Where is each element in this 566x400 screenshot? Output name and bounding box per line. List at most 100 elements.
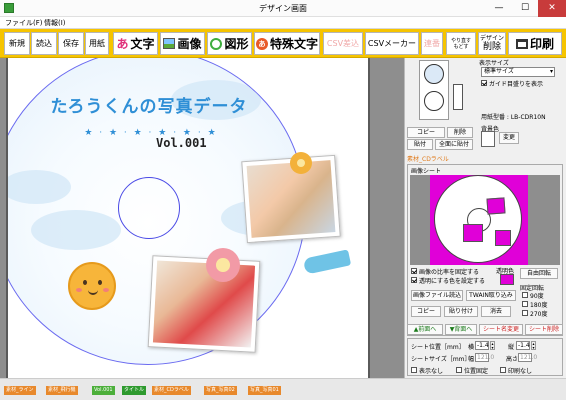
delete-sheet-button[interactable]: シート削除 [525, 324, 563, 335]
airplane-illustration[interactable] [302, 249, 352, 275]
minimize-button[interactable]: — [486, 0, 512, 17]
size-width-input[interactable]: 121.0 [475, 353, 494, 362]
design-delete-button[interactable]: デザイン 削除 [478, 32, 506, 55]
layer-tab[interactable]: Vol.001 [92, 386, 115, 395]
load-image-button[interactable]: 画像ファイル読込 [411, 290, 463, 301]
sheet-copy-button[interactable]: コピー [411, 306, 441, 317]
size-height-input[interactable]: 121.0 [518, 353, 537, 362]
free-rotate-button[interactable]: 自由回転 [520, 268, 558, 279]
fix-ratio-checkbox[interactable] [411, 268, 417, 274]
canvas-divider [368, 58, 370, 378]
open-button[interactable]: 読込 [31, 32, 57, 55]
position-x-spinner[interactable]: ▴ ▾ [490, 341, 495, 350]
photo-02-image [246, 160, 336, 238]
special-char-button[interactable]: あ 特殊文字 [254, 32, 320, 55]
position-x-input[interactable]: -1.4 [475, 341, 489, 350]
sheet-paste-button[interactable]: 貼り付け [444, 306, 478, 317]
image-icon [163, 38, 176, 49]
layer-tab[interactable]: 写真_写真01 [248, 386, 281, 395]
disc-preview-icon [424, 64, 444, 84]
paste-all-button[interactable]: 全面に貼付 [435, 139, 473, 150]
layer-tab[interactable]: 素材_CDラベル [152, 386, 191, 395]
sheet-clear-button[interactable]: 消去 [481, 306, 511, 317]
layer-tab[interactable]: 素材_ライン [4, 386, 36, 395]
special-char-label: 特殊文字 [269, 37, 318, 51]
no-print-checkbox[interactable] [500, 367, 506, 373]
csv-import-button[interactable]: CSV差込 [323, 32, 363, 55]
design-canvas[interactable]: たろうくんの写真データ ★ · ★ · ★ · ★ · ★ · ★ Vol.00… [0, 58, 404, 378]
text-button[interactable]: あ 文字 [113, 32, 158, 55]
flower-icon[interactable] [290, 152, 312, 174]
change-bg-button[interactable]: 変更 [499, 132, 519, 144]
transparent-checkbox[interactable] [411, 277, 417, 283]
display-size-value: 標準サイズ [484, 68, 514, 75]
shape-button-label: 図形 [224, 37, 249, 51]
layer-tab[interactable]: 写真_写真02 [204, 386, 237, 395]
print-button[interactable]: 印刷 [508, 32, 562, 55]
sheet-preview[interactable] [410, 175, 560, 265]
material-label: 素材_CDラベル [407, 156, 449, 163]
close-button[interactable]: ✕ [538, 0, 566, 17]
delete-button[interactable]: 削除 [447, 127, 473, 138]
shape-button[interactable]: 図形 [207, 32, 252, 55]
flower-icon[interactable] [206, 248, 240, 282]
paper-button[interactable]: 用紙 [85, 32, 109, 55]
menu-info[interactable]: 情報(I) [44, 18, 66, 28]
hidden-checkbox[interactable] [411, 367, 417, 373]
csv-maker-button[interactable]: CSVメーカー [365, 32, 419, 55]
case-preview-icon[interactable] [453, 84, 463, 110]
send-back-button[interactable]: ▼背面へ [445, 324, 477, 335]
side-panel: 表示サイズ 標準サイズ ▾ ガイド目盛りを表示 用紙型番 : LB-CDR10N… [404, 58, 566, 378]
position-fixed-checkbox[interactable] [456, 367, 462, 373]
bring-front-button[interactable]: ▲前面へ [407, 324, 443, 335]
rotate-270-checkbox[interactable] [522, 310, 528, 316]
disc-title[interactable]: たろうくんの写真データ [8, 92, 305, 117]
position-fixed-label: 位置固定 [464, 368, 489, 375]
rotate-270-label: 270度 [530, 311, 548, 318]
image-button-label: 画像 [177, 37, 202, 51]
photo-01[interactable] [147, 255, 261, 353]
star-line[interactable]: ★ · ★ · ★ · ★ · ★ · ★ [71, 128, 231, 138]
maximize-button[interactable]: ☐ [512, 0, 538, 17]
paper-sheet[interactable]: たろうくんの写真データ ★ · ★ · ★ · ★ · ★ · ★ Vol.00… [8, 58, 368, 378]
position-y-spinner[interactable]: ▴ ▾ [531, 341, 536, 350]
save-button[interactable]: 保存 [58, 32, 84, 55]
fix-ratio-label: 画像の比率を固定する [419, 269, 480, 276]
serial-number-button[interactable]: 連番 [421, 32, 443, 55]
layout-preview[interactable] [419, 60, 449, 120]
position-y-input[interactable]: -1.4 [516, 341, 530, 350]
sheet-size-label: シートサイズ［mm］ [411, 356, 471, 363]
sun-cheek [76, 288, 82, 292]
twain-button[interactable]: TWAIN取り込み [466, 290, 516, 301]
transparent-color-swatch[interactable] [500, 274, 514, 285]
photo-01-image [152, 260, 256, 348]
undo-label: もどす [453, 43, 469, 50]
paste-button[interactable]: 貼付 [407, 139, 433, 150]
sheet-photo-slot [495, 230, 511, 246]
copy-button[interactable]: コピー [407, 127, 445, 138]
image-button[interactable]: 画像 [160, 32, 205, 55]
design-delete-top: デザイン [479, 35, 504, 42]
guide-checkbox[interactable] [481, 80, 487, 86]
sun-eye [83, 280, 87, 285]
volume-label[interactable]: Vol.001 [156, 136, 207, 150]
undo-redo-button[interactable]: やり直す もどす [446, 32, 476, 55]
display-size-select[interactable]: 標準サイズ ▾ [481, 67, 555, 77]
sheet-photo-slot [486, 197, 506, 215]
rotate-180-checkbox[interactable] [522, 301, 528, 307]
cloud-shape [31, 210, 121, 250]
layer-tab-bar: 素材_ライン 素材_飛行機 Vol.001 タイトル 素材_CDラベル 写真_写… [0, 378, 566, 400]
menu-file[interactable]: ファイル(F) [5, 18, 43, 28]
sun-illustration[interactable] [68, 262, 116, 310]
rotate-90-checkbox[interactable] [522, 292, 528, 298]
hidden-label: 表示なし [419, 368, 444, 375]
paper-model-label: 用紙型番 : LB-CDR10N [481, 114, 546, 121]
layer-tab[interactable]: タイトル [122, 386, 147, 395]
layer-tab[interactable]: 素材_飛行機 [46, 386, 78, 395]
new-button[interactable]: 新規 [4, 32, 30, 55]
special-char-icon: あ [255, 37, 268, 50]
rename-sheet-button[interactable]: シート名変更 [479, 324, 523, 335]
height-label: 高さ [506, 356, 519, 363]
width-label: 幅 [468, 356, 475, 363]
background-color-swatch[interactable] [481, 131, 495, 147]
